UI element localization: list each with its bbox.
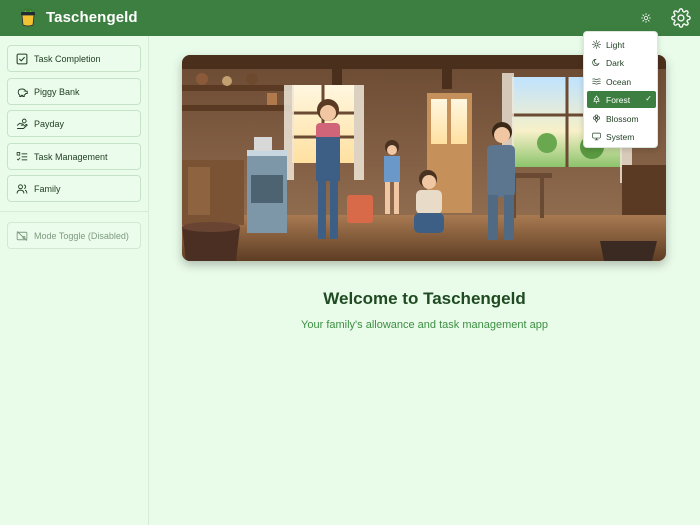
theme-option-blossom[interactable]: Blossom — [587, 110, 656, 127]
flower-icon — [593, 114, 600, 123]
moon-icon — [592, 58, 600, 66]
theme-option-forest[interactable]: Forest ✓ — [587, 91, 656, 108]
theme-toggle-button[interactable] — [638, 10, 654, 26]
theme-option-label: Forest — [606, 95, 631, 105]
sidebar: Task Completion Piggy Bank Payday Task M… — [0, 36, 149, 525]
sun-icon — [641, 13, 651, 23]
tree-icon — [593, 95, 600, 104]
page-subtitle: Your family's allowance and task managem… — [301, 319, 548, 331]
mode-toggle-button[interactable]: Mode Toggle (Disabled) — [7, 222, 141, 249]
theme-option-ocean[interactable]: Ocean — [587, 73, 656, 90]
theme-option-light[interactable]: Light — [587, 36, 656, 53]
sidebar-item-family[interactable]: Family — [7, 175, 141, 202]
sidebar-item-label: Task Completion — [34, 54, 101, 64]
users-icon — [16, 184, 28, 194]
theme-option-label: Blossom — [606, 114, 639, 124]
payday-icon — [16, 118, 28, 129]
theme-option-label: Ocean — [606, 77, 632, 87]
theme-option-label: Dark — [606, 58, 624, 68]
page-title: Welcome to Taschengeld — [323, 289, 526, 308]
piggy-bank-icon — [17, 88, 28, 97]
theme-option-label: System — [606, 132, 635, 142]
list-check-icon — [16, 152, 28, 161]
gear-icon[interactable] — [671, 8, 691, 28]
sidebar-item-task-management[interactable]: Task Management — [7, 143, 141, 170]
theme-option-dark[interactable]: Dark — [587, 54, 656, 71]
theme-option-label: Light — [606, 40, 625, 50]
check-icon: ✓ — [645, 94, 652, 103]
mode-toggle-label: Mode Toggle (Disabled) — [34, 231, 129, 241]
sidebar-divider — [0, 211, 149, 212]
app-title: Taschengeld — [46, 9, 138, 26]
theme-option-system[interactable]: System — [587, 128, 656, 145]
theme-menu: Light Dark Ocean Forest ✓ Blossom System — [583, 31, 658, 148]
sidebar-item-label: Piggy Bank — [34, 87, 80, 97]
sidebar-item-label: Family — [34, 184, 61, 194]
pot-logo-icon — [21, 8, 35, 27]
sidebar-item-piggy-bank[interactable]: Piggy Bank — [7, 78, 141, 105]
sidebar-item-label: Payday — [34, 119, 65, 129]
sidebar-item-task-completion[interactable]: Task Completion — [7, 45, 141, 72]
checkbox-icon — [16, 53, 28, 65]
toggle-disabled-icon — [16, 231, 28, 241]
waves-icon — [592, 78, 601, 85]
sun-icon — [592, 40, 601, 49]
sidebar-item-payday[interactable]: Payday — [7, 110, 141, 137]
sidebar-item-label: Task Management — [34, 152, 108, 162]
monitor-icon — [592, 132, 601, 141]
